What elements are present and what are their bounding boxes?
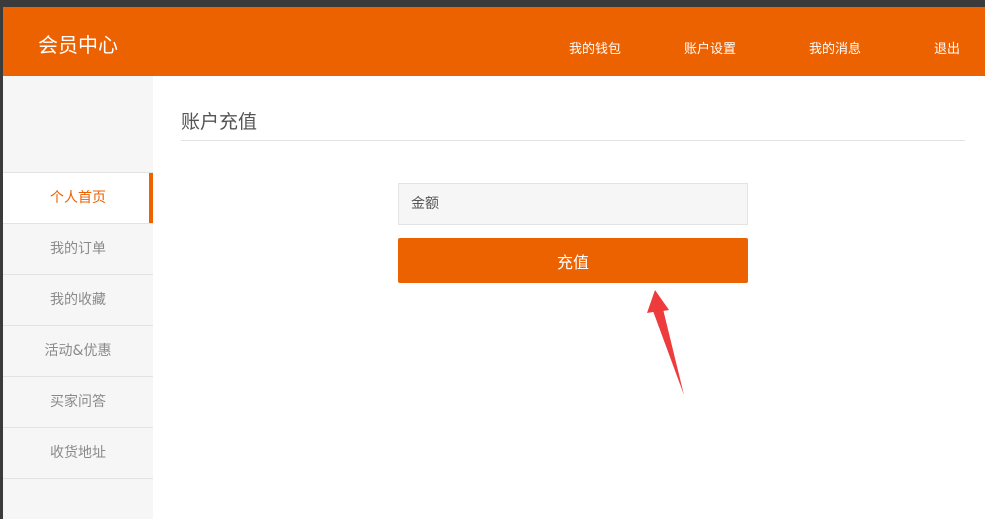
sidebar-item-addresses[interactable]: 收货地址 [3,428,153,479]
sidebar-item-promotions[interactable]: 活动&优惠 [3,326,153,377]
sidebar: 个人首页 我的订单 我的收藏 活动&优惠 买家问答 收货地址 [3,76,153,519]
sidebar-item-home[interactable]: 个人首页 [3,172,153,224]
recharge-button[interactable]: 充值 [398,238,748,283]
sidebar-item-favorites[interactable]: 我的收藏 [3,275,153,326]
sidebar-item-orders[interactable]: 我的订单 [3,224,153,275]
brand-title: 会员中心 [38,33,118,57]
nav-logout[interactable]: 退出 [934,38,960,57]
amount-input[interactable] [398,183,748,225]
nav-my-messages[interactable]: 我的消息 [809,38,861,57]
nav-my-wallet[interactable]: 我的钱包 [569,38,621,57]
title-divider [181,140,965,141]
sidebar-menu: 个人首页 我的订单 我的收藏 活动&优惠 买家问答 收货地址 [3,172,153,479]
nav-account-settings[interactable]: 账户设置 [684,38,736,57]
page-frame: 会员中心 我的钱包 账户设置 我的消息 退出 个人首页 我的订单 我的收藏 活动… [3,7,985,519]
sidebar-item-buyer-qa[interactable]: 买家问答 [3,377,153,428]
top-header: 会员中心 我的钱包 账户设置 我的消息 退出 [3,7,985,76]
page-title: 账户充值 [181,111,258,133]
